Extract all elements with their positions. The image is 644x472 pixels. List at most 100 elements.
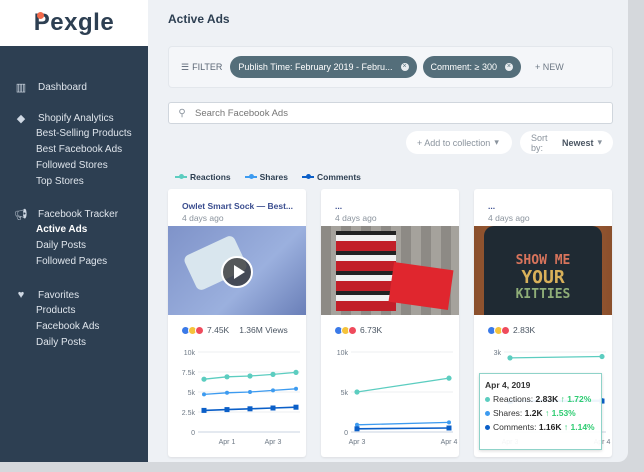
shirt-text: YOUR	[521, 267, 565, 288]
data-point	[270, 405, 276, 411]
y-tick-label: 10k	[337, 350, 349, 357]
sidebar-item-dashboard[interactable]: ▥ Dashboard	[14, 79, 148, 95]
sidebar-item-followed-pages[interactable]: Followed Pages	[36, 254, 148, 270]
ad-card[interactable]: ... 4 days ago SHOW ME YOUR KITTIES 2.83…	[474, 189, 612, 457]
legend-reactions[interactable]: Reactions	[175, 172, 231, 182]
tooltip-row: Reactions: 2.83K ↑ 1.72%	[485, 394, 596, 405]
sidebar-item-top-stores[interactable]: Top Stores	[36, 174, 148, 190]
sidebar-section-facebook-tracker[interactable]: 📢︎ Facebook Tracker	[14, 206, 148, 222]
x-tick-label: Apr 3	[265, 439, 282, 446]
data-point	[446, 425, 452, 431]
chip-label: Comment: ≥ 300	[430, 62, 497, 72]
page-title: Active Ads	[168, 12, 230, 26]
data-point	[247, 406, 253, 412]
chart-tooltip: Apr 4, 2019 Reactions: 2.83K ↑ 1.72% Sha…	[479, 373, 602, 450]
reaction-icons	[487, 325, 510, 335]
x-tick-label: Apr 4	[441, 439, 458, 446]
reaction-count: 2.83K	[513, 325, 536, 335]
sidebar-item-fav-daily-posts[interactable]: Daily Posts	[36, 335, 148, 351]
data-point	[248, 390, 252, 394]
sidebar-section-label: Shopify Analytics	[38, 112, 114, 124]
data-point	[225, 390, 229, 395]
tooltip-label: Shares:	[493, 408, 523, 418]
reaction-count: 6.73K	[360, 325, 383, 335]
engagement-chart: 0 5k 10k Apr 3 Apr 4	[337, 350, 458, 446]
filter-button[interactable]: ☰ FILTER	[181, 62, 222, 73]
add-to-collection-dropdown[interactable]: + Add to collection ▾	[406, 131, 512, 154]
data-point	[354, 426, 360, 432]
tooltip-value: 1.16K	[538, 422, 562, 432]
add-filter-button[interactable]: + NEW	[535, 62, 564, 72]
sidebar-item-followed-stores[interactable]: Followed Stores	[36, 158, 148, 174]
data-point	[354, 389, 360, 395]
data-point	[355, 422, 359, 427]
series-line-reactions	[356, 377, 450, 393]
sort-value: Newest	[561, 137, 594, 148]
tooltip-value: 2.83K	[535, 394, 559, 404]
caret-down-icon: ▾	[494, 137, 499, 147]
sidebar-item-products[interactable]: Products	[36, 303, 148, 319]
sidebar-item-best-facebook-ads[interactable]: Best Facebook Ads	[36, 142, 148, 158]
data-point	[271, 388, 275, 393]
x-tick-label: Apr 3	[349, 439, 366, 446]
sidebar-section-favorites[interactable]: ♥ Favorites	[14, 287, 148, 303]
chip-label: Publish Time: February 2019 - Febru...	[238, 62, 393, 72]
caret-down-icon: ▾	[597, 137, 602, 147]
y-tick-label: 0	[344, 430, 348, 437]
ad-image[interactable]	[321, 226, 459, 315]
series-line-reactions	[509, 355, 603, 359]
tooltip-value: 1.2K	[524, 408, 543, 418]
ad-card[interactable]: ... 4 days ago 6.73K 0 5k 10k Apr 3 Apr 4	[321, 189, 459, 457]
filter-bar: ☰ FILTER Publish Time: February 2019 - Fe…	[168, 46, 613, 88]
filter-label: FILTER	[192, 62, 223, 72]
ad-video-thumbnail[interactable]	[168, 226, 306, 315]
search-input[interactable]	[195, 107, 612, 119]
reaction-icons	[181, 325, 204, 335]
filter-chip-comment[interactable]: Comment: ≥ 300 ×	[422, 56, 521, 78]
tooltip-change: ↑ 1.72%	[560, 394, 592, 404]
engagement-chart: 0 2.5k 5k 7.5k 10k Apr 1 Apr 3	[182, 350, 300, 446]
data-point	[247, 373, 253, 379]
data-point	[201, 376, 207, 382]
heart-icon: ♥	[17, 289, 25, 301]
filter-icon: ☰	[181, 61, 190, 72]
ad-title[interactable]: Owlet Smart Sock — Best...	[182, 201, 306, 212]
legend-label: Comments	[316, 172, 361, 182]
sidebar-item-best-selling-products[interactable]: Best-Selling Products	[36, 126, 148, 142]
tooltip-change: ↑ 1.53%	[545, 408, 576, 418]
data-point	[201, 407, 207, 413]
ad-card[interactable]: Owlet Smart Sock — Best... 4 days ago 7.…	[168, 189, 306, 457]
close-icon[interactable]: ×	[400, 63, 409, 71]
tooltip-row: Shares: 1.2K ↑ 1.53%	[485, 408, 596, 419]
series-line-comments	[356, 427, 450, 430]
legend-shares[interactable]: Shares	[244, 172, 288, 182]
y-tick-label: 7.5k	[182, 370, 196, 377]
play-button[interactable]	[221, 256, 253, 288]
filter-chip-publish-time[interactable]: Publish Time: February 2019 - Febru... ×	[230, 56, 417, 78]
legend-comments[interactable]: Comments	[301, 172, 361, 182]
y-tick-label: 0	[191, 430, 195, 437]
close-icon[interactable]: ×	[504, 63, 513, 71]
data-point	[224, 374, 230, 380]
ad-title[interactable]: ...	[488, 201, 612, 212]
ad-title[interactable]: ...	[335, 201, 459, 212]
ad-stats: 6.73K	[334, 325, 382, 335]
tooltip-change: ↑ 1.14%	[563, 422, 595, 432]
series-line-shares	[356, 421, 450, 426]
search-box: ⚲	[168, 102, 613, 124]
shirt-text: KITTIES	[515, 287, 571, 302]
sidebar-item-facebook-ads[interactable]: Facebook Ads	[36, 319, 148, 335]
reaction-icons	[334, 325, 357, 335]
sidebar-item-daily-posts[interactable]: Daily Posts	[36, 238, 148, 254]
logo: Pexgle	[0, 0, 148, 46]
sidebar-section-shopify[interactable]: ◆ Shopify Analytics	[14, 110, 148, 126]
data-point	[599, 353, 605, 360]
ad-image[interactable]: SHOW ME YOUR KITTIES	[474, 226, 612, 315]
tooltip-label: Reactions:	[493, 394, 534, 404]
x-tick-label: Apr 1	[219, 439, 236, 446]
sort-dropdown[interactable]: Sort by: Newest ▾	[520, 131, 613, 154]
sort-label: Sort by:	[531, 132, 548, 153]
sidebar-item-active-ads[interactable]: Active Ads	[36, 222, 148, 238]
search-icon: ⚲	[178, 107, 186, 119]
tag-icon: ◆	[16, 112, 26, 125]
